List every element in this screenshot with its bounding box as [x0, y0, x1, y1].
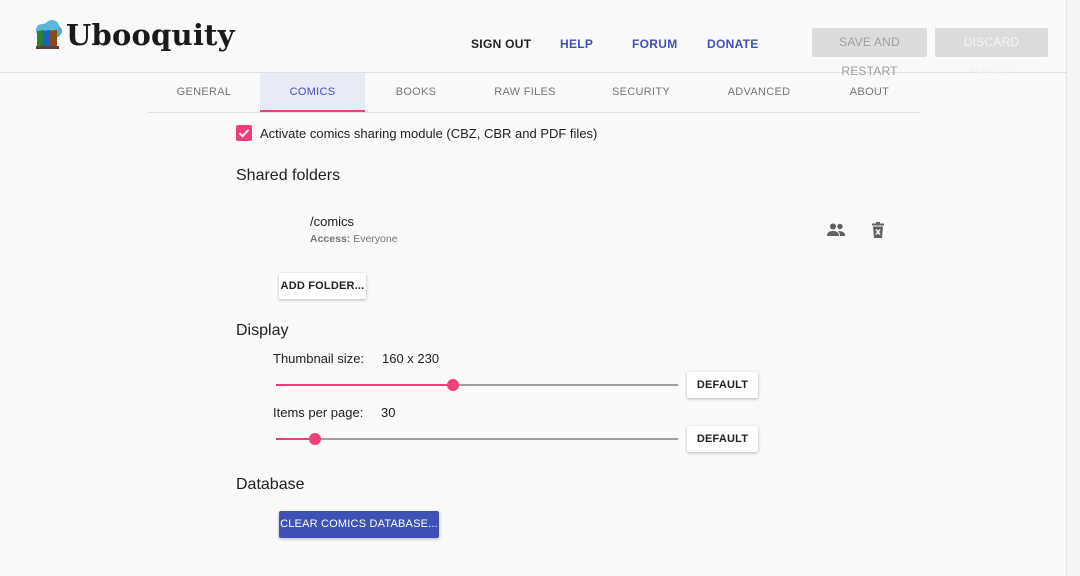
items-per-page-label: Items per page:: [273, 405, 364, 420]
add-folder-button[interactable]: ADD FOLDER...: [279, 273, 366, 299]
slider-thumb[interactable]: [447, 379, 459, 391]
delete-icon[interactable]: [871, 222, 885, 244]
display-title: Display: [236, 322, 289, 339]
tab-about[interactable]: ABOUT: [819, 73, 920, 111]
items-default-button[interactable]: DEFAULT: [687, 426, 758, 452]
save-and-restart-button[interactable]: SAVE AND RESTART: [812, 28, 927, 78]
app-logo[interactable]: Ubooquity: [32, 18, 235, 52]
tab-advanced[interactable]: ADVANCED: [699, 73, 819, 111]
sign-out-link[interactable]: SIGN OUT: [471, 37, 531, 51]
folder-path: /comics: [310, 214, 355, 229]
tab-books[interactable]: BOOKS: [365, 73, 467, 111]
discard-changes-button[interactable]: DISCARD CHANGES: [935, 28, 1048, 78]
slider-thumb[interactable]: [309, 433, 321, 445]
thumbnail-size-label: Thumbnail size:: [273, 351, 365, 366]
shared-folders-title: Shared folders: [236, 167, 341, 184]
activate-comics-checkbox[interactable]: [236, 125, 252, 141]
database-title: Database: [236, 476, 305, 493]
items-per-page-slider[interactable]: [276, 429, 678, 449]
folder-access-label: Access:: [310, 233, 351, 245]
tab-general[interactable]: GENERAL: [148, 73, 260, 111]
settings-tabs: GENERAL COMICS BOOKS RAW FILES SECURITY …: [148, 73, 920, 113]
people-icon[interactable]: [826, 222, 846, 243]
check-icon: [238, 129, 250, 138]
thumbnail-size-slider[interactable]: [276, 375, 678, 395]
thumbnail-default-button[interactable]: DEFAULT: [687, 372, 758, 398]
items-per-page-value: 30: [381, 405, 396, 420]
app-name: Ubooquity: [66, 18, 235, 52]
book-cloud-logo-icon: [36, 20, 62, 49]
folder-access-value: Everyone: [353, 233, 398, 245]
app-header: Ubooquity SIGN OUT HELP FORUM DONATE SAV…: [0, 0, 1066, 78]
tab-security[interactable]: SECURITY: [583, 73, 699, 111]
forum-link[interactable]: FORUM: [632, 37, 678, 51]
folder-access: Access: Everyone: [310, 233, 398, 245]
tab-comics[interactable]: COMICS: [260, 73, 365, 112]
clear-comics-database-button[interactable]: CLEAR COMICS DATABASE...: [279, 511, 439, 538]
slider-fill: [276, 384, 453, 386]
thumbnail-size-value: 160 x 230: [382, 351, 440, 366]
donate-link[interactable]: DONATE: [707, 37, 759, 51]
slider-track: [276, 438, 678, 440]
activate-comics-label: Activate comics sharing module (CBZ, CBR…: [260, 126, 598, 141]
tab-raw-files[interactable]: RAW FILES: [467, 73, 583, 111]
help-link[interactable]: HELP: [560, 37, 593, 51]
scrollbar[interactable]: [1066, 0, 1080, 576]
